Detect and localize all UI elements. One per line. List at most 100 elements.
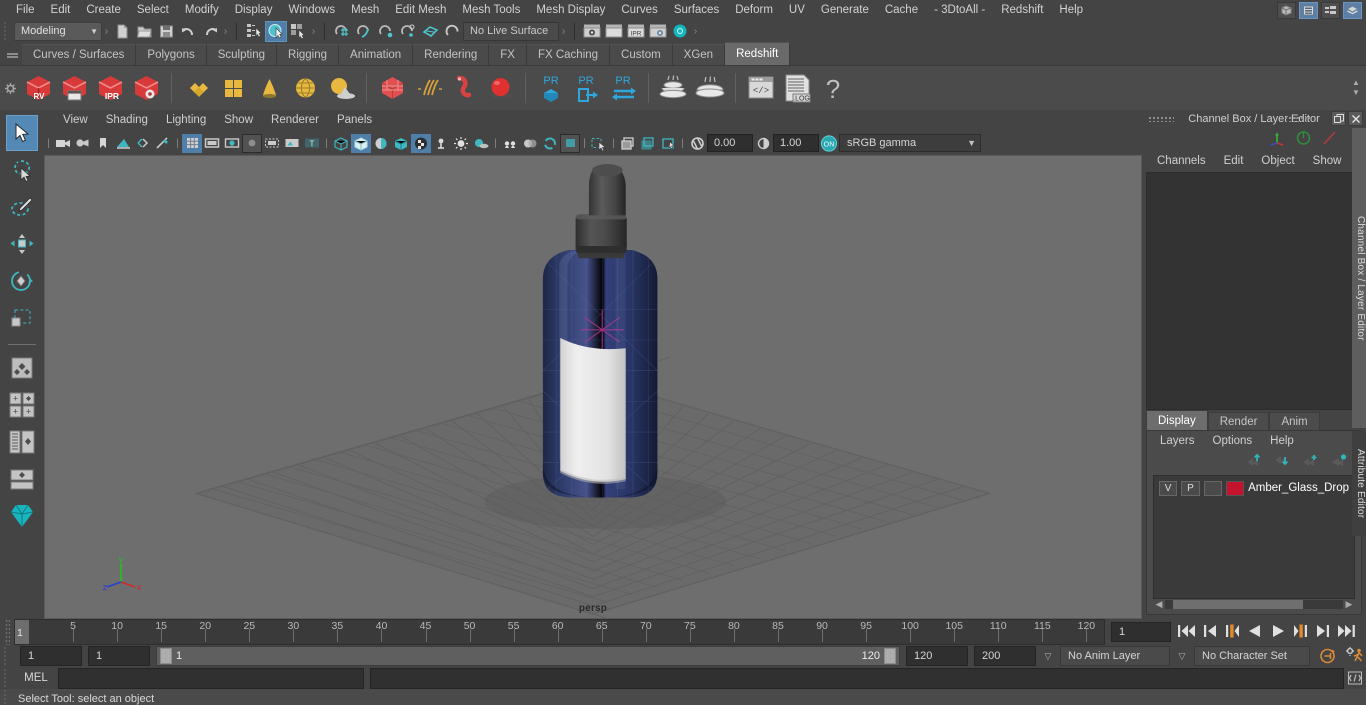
gamma-field[interactable]: 1.00: [773, 134, 819, 152]
title-safe-icon[interactable]: T: [302, 134, 322, 153]
quick-layout-four[interactable]: + + +: [6, 387, 38, 423]
two-sided-lighting-icon[interactable]: [133, 134, 153, 153]
list-icon[interactable]: [1321, 2, 1340, 19]
range-start-handle[interactable]: [160, 648, 172, 665]
menu-item-mesh[interactable]: Mesh: [343, 0, 387, 20]
anim-layer-dropdown[interactable]: No Anim Layer: [1060, 646, 1170, 667]
menu-item-display[interactable]: Display: [227, 0, 281, 20]
current-frame-field[interactable]: 1: [1111, 622, 1171, 643]
shelf-scroll-down-icon[interactable]: ▼: [1352, 89, 1360, 97]
gamma-icon[interactable]: [753, 134, 773, 153]
screen-space-ao-icon[interactable]: [500, 134, 520, 153]
ipr-render-icon[interactable]: IPR: [625, 21, 647, 42]
character-set-caret-icon[interactable]: ▽: [1176, 651, 1188, 662]
redshift-rv-icon[interactable]: RV: [20, 68, 56, 108]
anim-layer-caret-icon[interactable]: ▽: [1042, 651, 1054, 662]
mel-command-input[interactable]: [58, 667, 364, 689]
menu-item-mesh-display[interactable]: Mesh Display: [528, 0, 613, 20]
layer-tab-render[interactable]: Render: [1207, 412, 1270, 430]
hypershade-icon[interactable]: [669, 21, 691, 42]
shadow-pass-icon[interactable]: [471, 134, 491, 153]
shelf-tab-grip[interactable]: [2, 42, 22, 65]
lighting-icon[interactable]: [451, 134, 471, 153]
snap-view-plane-icon[interactable]: [419, 21, 441, 42]
bookmark-icon[interactable]: [93, 134, 113, 153]
layer-playback-toggle[interactable]: P: [1181, 480, 1200, 496]
layer-color-swatch[interactable]: [1225, 480, 1245, 496]
new-layer-from-selected-icon[interactable]: [1330, 454, 1347, 470]
shelf-scroll-arrows[interactable]: ▲ ▼: [1346, 66, 1366, 111]
move-layer-up-icon[interactable]: [1245, 453, 1261, 470]
rs-proxy-icon[interactable]: [374, 68, 410, 108]
viewport-menu-view[interactable]: View: [54, 110, 97, 131]
close-icon[interactable]: [1348, 111, 1363, 126]
display-layer-row[interactable]: VP Amber_Glass_Dropper_: [1157, 479, 1351, 497]
command-language-label[interactable]: MEL: [14, 672, 58, 684]
quick-layout-hypershade[interactable]: [6, 461, 38, 497]
gate-mask-icon[interactable]: [242, 133, 262, 153]
snapshot-icon[interactable]: [618, 134, 638, 153]
pr-export-icon[interactable]: PR: [569, 68, 605, 108]
current-time-indicator[interactable]: 1: [15, 620, 29, 645]
render-icon[interactable]: [603, 21, 625, 42]
perspective-viewport[interactable]: persp y x z: [44, 155, 1142, 620]
select-hierarchy-icon[interactable]: [243, 21, 265, 42]
shelf-tab-xgen[interactable]: XGen: [672, 44, 726, 65]
menu-item-redshift[interactable]: Redshift: [993, 0, 1051, 20]
panel-grip-right[interactable]: [1284, 116, 1310, 122]
layer-menu-options[interactable]: Options: [1204, 435, 1262, 447]
menu-item-windows[interactable]: Windows: [280, 0, 343, 20]
auto-key-icon[interactable]: [1316, 646, 1338, 667]
menu-item-edit[interactable]: Edit: [43, 0, 79, 20]
move-layer-down-icon[interactable]: [1273, 454, 1289, 470]
rs-sphere-light-icon[interactable]: [287, 68, 323, 108]
resolution-gate-icon[interactable]: [222, 134, 242, 153]
shelf-tab-rendering[interactable]: Rendering: [413, 44, 490, 65]
statusline-divider-3[interactable]: ›: [309, 23, 318, 40]
scrollbar-thumb[interactable]: [1173, 600, 1303, 610]
open-scene-icon[interactable]: [133, 21, 155, 42]
shelf-tab-polygons[interactable]: Polygons: [136, 44, 207, 65]
statusline-grip[interactable]: [2, 20, 11, 42]
safe-action-icon[interactable]: [282, 134, 302, 153]
menu-item-generate[interactable]: Generate: [813, 0, 877, 20]
layer-tab-anim[interactable]: Anim: [1269, 412, 1320, 430]
shaded-wire-icon[interactable]: [371, 134, 391, 153]
quick-layout-outliner-persp[interactable]: [6, 424, 38, 460]
pr-transfer-icon[interactable]: PR: [605, 68, 641, 108]
maya-logo-icon[interactable]: [6, 498, 38, 534]
rs-log-icon[interactable]: .LOG: [779, 68, 815, 108]
range-end-handle[interactable]: [884, 648, 896, 665]
rs-hair-icon[interactable]: [410, 68, 446, 108]
shelf-tab-curves-surfaces[interactable]: Curves / Surfaces: [22, 44, 137, 65]
scroll-right-arrow-icon[interactable]: ▶: [1343, 599, 1355, 610]
smooth-shade-icon[interactable]: [351, 133, 371, 153]
panel-grip-left[interactable]: [1148, 116, 1174, 122]
viewport-menu-shading[interactable]: Shading: [97, 110, 157, 131]
menu-item-select[interactable]: Select: [129, 0, 177, 20]
select-tool[interactable]: [6, 115, 38, 151]
shelf-tab-rigging[interactable]: Rigging: [277, 44, 340, 65]
scroll-left-arrow-icon[interactable]: ◀: [1153, 599, 1165, 610]
snap-projected-icon[interactable]: [397, 21, 419, 42]
play-forwards-icon[interactable]: [1270, 623, 1286, 642]
layers-icon[interactable]: [1343, 2, 1362, 19]
menu-item-create[interactable]: Create: [78, 0, 129, 20]
rotate-tool[interactable]: [6, 263, 38, 299]
menu-set-dropdown[interactable]: Modeling ▼: [14, 21, 102, 41]
step-forward-frame-icon[interactable]: [1293, 623, 1308, 642]
layer-menu-layers[interactable]: Layers: [1151, 435, 1204, 447]
menu-item-uv[interactable]: UV: [781, 0, 813, 20]
menu-item-cache[interactable]: Cache: [877, 0, 926, 20]
wireframe-icon[interactable]: [331, 134, 351, 153]
outliner-icon[interactable]: [1299, 2, 1318, 19]
depth-of-field-icon[interactable]: [560, 133, 580, 153]
menu-item-file[interactable]: File: [8, 0, 43, 20]
scale-line-icon[interactable]: [1321, 130, 1338, 149]
camera-attributes-icon[interactable]: [73, 134, 93, 153]
pr-cube-icon[interactable]: PR: [533, 68, 569, 108]
shelf-scroll-up-icon[interactable]: ▲: [1352, 79, 1360, 87]
go-to-start-icon[interactable]: [1177, 623, 1196, 642]
exposure-field[interactable]: 0.00: [707, 134, 753, 152]
character-set-dropdown[interactable]: No Character Set: [1194, 646, 1310, 667]
